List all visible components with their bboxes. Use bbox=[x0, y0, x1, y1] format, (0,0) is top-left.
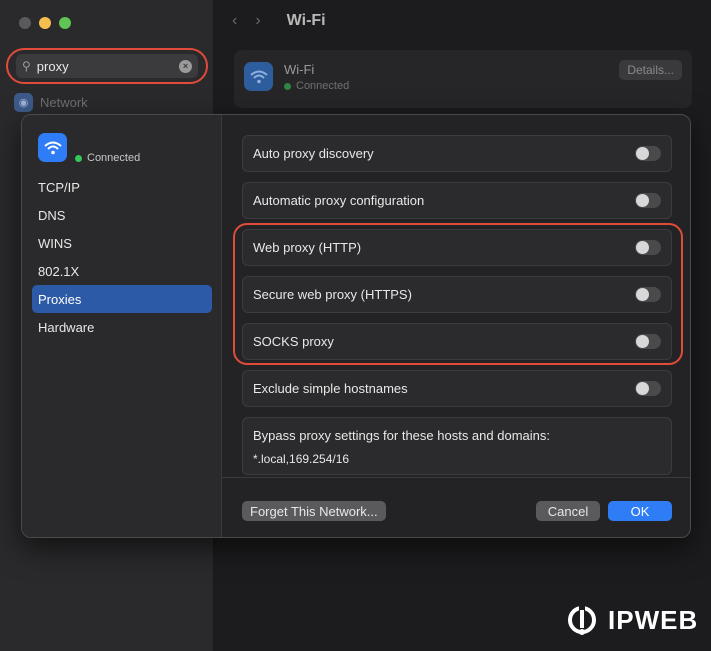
forget-network-button[interactable]: Forget This Network... bbox=[242, 501, 386, 521]
setting-row: SOCKS proxy bbox=[242, 323, 672, 360]
setting-label: Secure web proxy (HTTPS) bbox=[253, 287, 412, 302]
back-icon[interactable]: ‹ bbox=[232, 12, 237, 30]
ipweb-logo-icon bbox=[568, 606, 596, 635]
page-title: Wi-Fi bbox=[286, 12, 326, 29]
setting-row: Web proxy (HTTP) bbox=[242, 229, 672, 266]
minimize-button[interactable] bbox=[39, 17, 51, 29]
search-input[interactable] bbox=[36, 58, 173, 74]
watermark-text: IPWEB bbox=[608, 604, 699, 635]
wifi-icon bbox=[38, 133, 67, 162]
connection-status: Connected bbox=[75, 152, 140, 164]
search-field: ⚲ × bbox=[16, 54, 198, 78]
setting-label: SOCKS proxy bbox=[253, 334, 334, 349]
nav-item-hardware[interactable]: Hardware bbox=[32, 313, 212, 341]
watermark-logo: IPWEB bbox=[562, 602, 698, 638]
status-dot bbox=[284, 82, 291, 90]
setting-label: Web proxy (HTTP) bbox=[253, 240, 362, 255]
bypass-value[interactable]: *.local,169.254/16 bbox=[253, 452, 661, 466]
status-dot bbox=[75, 154, 82, 162]
nav-item-dns[interactable]: DNS bbox=[32, 201, 212, 229]
ok-button[interactable]: OK bbox=[608, 501, 672, 521]
setting-row: Secure web proxy (HTTPS) bbox=[242, 276, 672, 313]
status-label: Connected bbox=[87, 152, 141, 164]
cancel-button[interactable]: Cancel bbox=[536, 501, 600, 521]
setting-label: Automatic proxy configuration bbox=[253, 193, 425, 208]
bypass-label: Bypass proxy settings for these hosts an… bbox=[253, 428, 550, 443]
setting-row: Automatic proxy configuration bbox=[242, 182, 672, 219]
traffic-lights bbox=[19, 17, 71, 29]
sidebar-item-label: Network bbox=[40, 95, 88, 110]
nav-item-wins[interactable]: WINS bbox=[32, 229, 212, 257]
sheet-nav: TCP/IP DNS WINS 802.1X Proxies Hardware bbox=[32, 173, 212, 341]
proxy-options: Auto proxy discovery Automatic proxy con… bbox=[242, 135, 672, 475]
setting-row: Exclude simple hostnames bbox=[242, 370, 672, 407]
search-icon: ⚲ bbox=[22, 59, 31, 73]
setting-label: Exclude simple hostnames bbox=[253, 381, 408, 396]
sheet-sidebar: Connected TCP/IP DNS WINS 802.1X Proxies… bbox=[22, 115, 222, 537]
search-highlight: ⚲ × bbox=[6, 48, 208, 84]
nav-item-8021x[interactable]: 802.1X bbox=[32, 257, 212, 285]
exclude-simple-hostnames-toggle[interactable] bbox=[635, 381, 661, 396]
setting-row: Auto proxy discovery bbox=[242, 135, 672, 172]
socks-proxy-toggle[interactable] bbox=[635, 334, 661, 349]
proxy-settings-sheet: Connected TCP/IP DNS WINS 802.1X Proxies… bbox=[21, 114, 691, 538]
network-name: Wi-Fi bbox=[284, 62, 315, 77]
clear-icon[interactable]: × bbox=[179, 59, 192, 73]
wifi-icon bbox=[244, 62, 273, 91]
web-proxy-http-toggle[interactable] bbox=[635, 240, 661, 255]
maximize-button[interactable] bbox=[59, 17, 71, 29]
wifi-summary-card: Wi-Fi Connected Details... bbox=[234, 50, 692, 108]
globe-icon: ◉ bbox=[14, 93, 33, 112]
close-button[interactable] bbox=[19, 17, 31, 29]
secure-web-proxy-https-toggle[interactable] bbox=[635, 287, 661, 302]
bypass-field[interactable]: Bypass proxy settings for these hosts an… bbox=[242, 417, 672, 475]
auto-proxy-discovery-toggle[interactable] bbox=[635, 146, 661, 161]
sheet-footer: Forget This Network... Cancel OK bbox=[222, 477, 690, 537]
connection-status: Connected bbox=[284, 80, 349, 92]
nav-item-proxies[interactable]: Proxies bbox=[32, 285, 212, 313]
status-label: Connected bbox=[296, 80, 350, 92]
nav-item-tcpip[interactable]: TCP/IP bbox=[32, 173, 212, 201]
main-header: ‹ › Wi-Fi bbox=[232, 12, 326, 30]
setting-label: Auto proxy discovery bbox=[253, 146, 374, 161]
forward-icon[interactable]: › bbox=[255, 12, 260, 30]
details-button[interactable]: Details... bbox=[619, 60, 682, 80]
sidebar-item-network[interactable]: ◉ Network bbox=[14, 93, 88, 112]
automatic-proxy-configuration-toggle[interactable] bbox=[635, 193, 661, 208]
